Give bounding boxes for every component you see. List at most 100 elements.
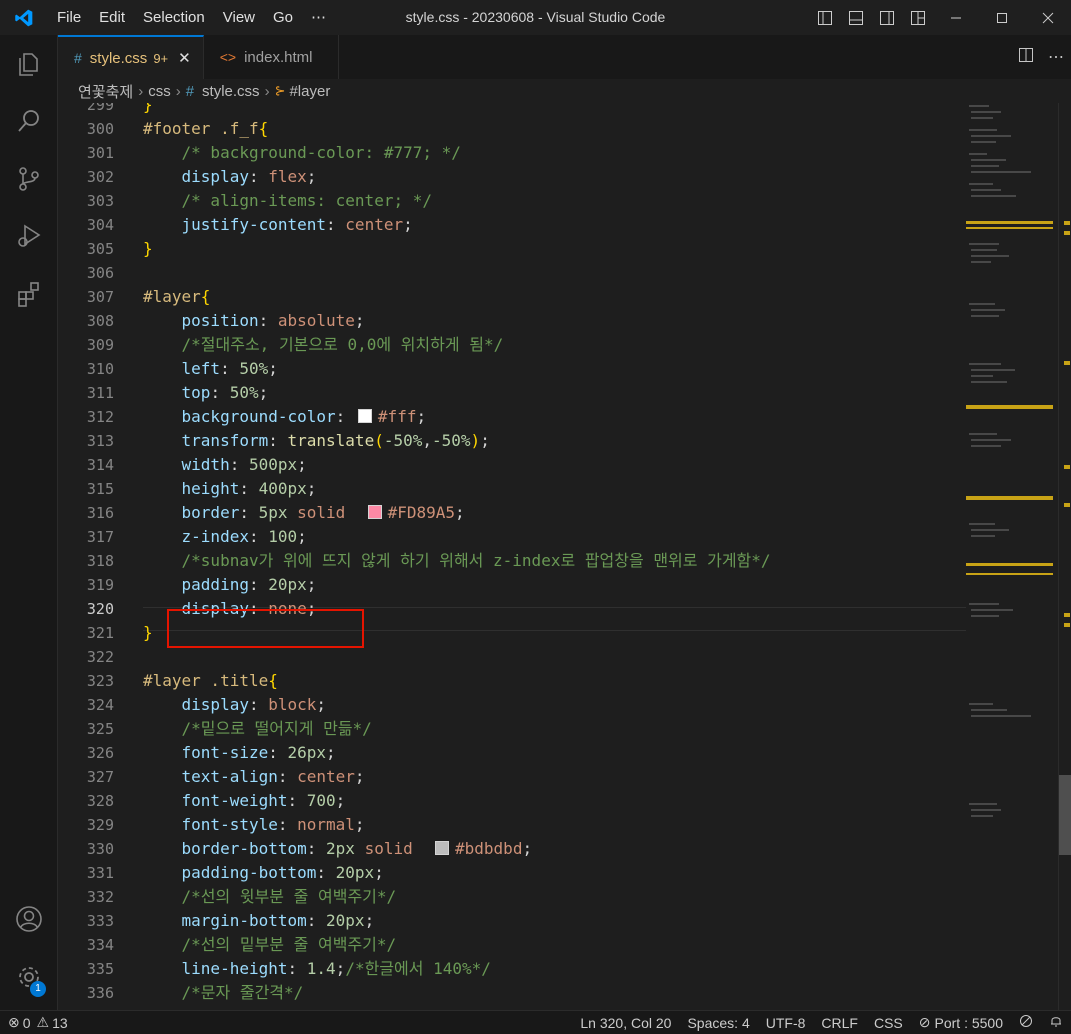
- toggle-secondary-sidebar-icon[interactable]: [871, 0, 902, 35]
- color-swatch-icon[interactable]: [357, 409, 372, 423]
- code-line[interactable]: /*subnav가 위에 뜨지 않게 하기 위해서 z-index로 팝업창을 …: [143, 549, 966, 573]
- code-content[interactable]: } #footer .f_f{ /* background-color: #777…: [143, 103, 966, 1005]
- toggle-panel-icon[interactable]: [840, 0, 871, 35]
- code-token: ;: [416, 407, 427, 426]
- source-control-icon[interactable]: [0, 155, 58, 203]
- vertical-scrollbar[interactable]: [1058, 103, 1071, 1010]
- code-line[interactable]: padding: 20px;: [143, 573, 966, 597]
- encoding-status[interactable]: UTF-8: [758, 1015, 814, 1031]
- code-token: ;: [306, 479, 317, 498]
- live-server-status[interactable]: ⊘ Port : 5500: [911, 1014, 1011, 1031]
- search-icon[interactable]: [0, 97, 58, 145]
- code-line[interactable]: #footer .f_f{: [143, 117, 966, 141]
- code-line[interactable]: #layer{: [143, 285, 966, 309]
- notifications-bell-icon[interactable]: [1041, 1014, 1071, 1031]
- line-number: 335: [86, 960, 114, 978]
- code-line[interactable]: /*선의 윗부분 줄 여백주기*/: [143, 885, 966, 909]
- explorer-icon[interactable]: [0, 40, 58, 88]
- menu-file[interactable]: File: [48, 0, 90, 35]
- code-editor[interactable]: 299 300 301 302 303 304 305 306 307 308 309 310 311 3…: [58, 103, 966, 1010]
- tab-style-css[interactable]: # style.css 9+ ✕: [58, 35, 204, 79]
- code-line[interactable]: text-align: center;: [143, 765, 966, 789]
- code-token: center: [345, 215, 404, 234]
- problems-status[interactable]: ⊗ 0 ⚠ 13: [0, 1014, 76, 1031]
- menu-view[interactable]: View: [214, 0, 264, 35]
- code-token: transform: [181, 431, 269, 450]
- code-line[interactable]: /*선의 밑부분 줄 여백주기*/: [143, 933, 966, 957]
- eol-status[interactable]: CRLF: [813, 1015, 866, 1031]
- code-line[interactable]: line-height: 1.4;/*한글에서 140%*/: [143, 957, 966, 981]
- menu-more[interactable]: ⋯: [302, 0, 335, 35]
- css-file-icon: #: [185, 82, 195, 100]
- code-token: font-style: [181, 815, 278, 834]
- code-line[interactable]: /*밑으로 떨어지게 만듦*/: [143, 717, 966, 741]
- code-line[interactable]: display: block;: [143, 693, 966, 717]
- code-line[interactable]: border-bottom: 2px solid #bdbdbd;: [143, 837, 966, 861]
- breadcrumb-symbol[interactable]: #layer: [289, 83, 330, 100]
- code-line[interactable]: /* background-color: #777; */: [143, 141, 966, 165]
- code-line[interactable]: [143, 261, 966, 285]
- code-line[interactable]: [143, 645, 966, 669]
- breadcrumb-file[interactable]: style.css: [202, 83, 260, 100]
- color-swatch-icon[interactable]: [435, 841, 450, 855]
- code-line[interactable]: }: [143, 237, 966, 261]
- menu-go[interactable]: Go: [264, 0, 302, 35]
- language-mode[interactable]: CSS: [866, 1015, 911, 1031]
- color-swatch-icon[interactable]: [367, 505, 382, 519]
- toggle-primary-sidebar-icon[interactable]: [809, 0, 840, 35]
- menu-selection[interactable]: Selection: [134, 0, 214, 35]
- code-line[interactable]: left: 50%;: [143, 357, 966, 381]
- breadcrumb-folder-root[interactable]: 연꽃축제: [78, 81, 133, 102]
- code-line[interactable]: top: 50%;: [143, 381, 966, 405]
- code-token: (: [374, 431, 384, 450]
- code-line[interactable]: border: 5px solid #FD89A5;: [143, 501, 966, 525]
- code-line[interactable]: font-style: normal;: [143, 813, 966, 837]
- minimap[interactable]: [966, 103, 1058, 1010]
- run-debug-icon[interactable]: [0, 212, 58, 260]
- more-actions-icon[interactable]: ⋯: [1041, 47, 1071, 67]
- split-editor-icon[interactable]: [1011, 47, 1041, 68]
- code-token: }: [143, 623, 153, 642]
- code-line[interactable]: font-weight: 700;: [143, 789, 966, 813]
- feedback-icon[interactable]: [1011, 1014, 1041, 1031]
- code-line[interactable]: transform: translate(-50%,-50%);: [143, 429, 966, 453]
- manage-gear-icon[interactable]: 1: [0, 953, 58, 1001]
- code-line[interactable]: position: absolute;: [143, 309, 966, 333]
- code-line[interactable]: /*문자 줄간격*/: [143, 981, 966, 1005]
- maximize-button[interactable]: [979, 0, 1025, 35]
- code-line[interactable]: }: [143, 103, 966, 117]
- code-line[interactable]: /*절대주소, 기본으로 0,0에 위치하게 됨*/: [143, 333, 966, 357]
- code-token: ;: [403, 215, 413, 234]
- code-line[interactable]: /* align-items: center; */: [143, 189, 966, 213]
- code-line[interactable]: padding-bottom: 20px;: [143, 861, 966, 885]
- line-number: 319: [86, 576, 114, 594]
- close-window-button[interactable]: [1025, 0, 1071, 35]
- code-line[interactable]: z-index: 100;: [143, 525, 966, 549]
- code-line[interactable]: height: 400px;: [143, 477, 966, 501]
- breadcrumb-folder-css[interactable]: css: [148, 83, 171, 100]
- close-tab-icon[interactable]: ✕: [178, 49, 191, 67]
- cursor-position[interactable]: Ln 320, Col 20: [572, 1015, 679, 1031]
- minimize-button[interactable]: [933, 0, 979, 35]
- code-line[interactable]: display: flex;: [143, 165, 966, 189]
- accounts-icon[interactable]: [0, 895, 58, 943]
- extensions-icon[interactable]: [0, 270, 58, 318]
- menu-edit[interactable]: Edit: [90, 0, 134, 35]
- code-line[interactable]: width: 500px;: [143, 453, 966, 477]
- indentation-status[interactable]: Spaces: 4: [679, 1015, 757, 1031]
- code-line[interactable]: font-size: 26px;: [143, 741, 966, 765]
- customize-layout-icon[interactable]: [902, 0, 933, 35]
- code-line[interactable]: #layer .title{: [143, 669, 966, 693]
- line-number: 331: [86, 864, 114, 882]
- code-token: ;: [258, 383, 269, 402]
- code-token: #bdbdbd: [455, 839, 523, 858]
- code-line[interactable]: background-color: #fff;: [143, 405, 966, 429]
- tab-index-html[interactable]: <> index.html: [203, 35, 340, 79]
- code-line[interactable]: margin-bottom: 20px;: [143, 909, 966, 933]
- code-line[interactable]: justify-content: center;: [143, 213, 966, 237]
